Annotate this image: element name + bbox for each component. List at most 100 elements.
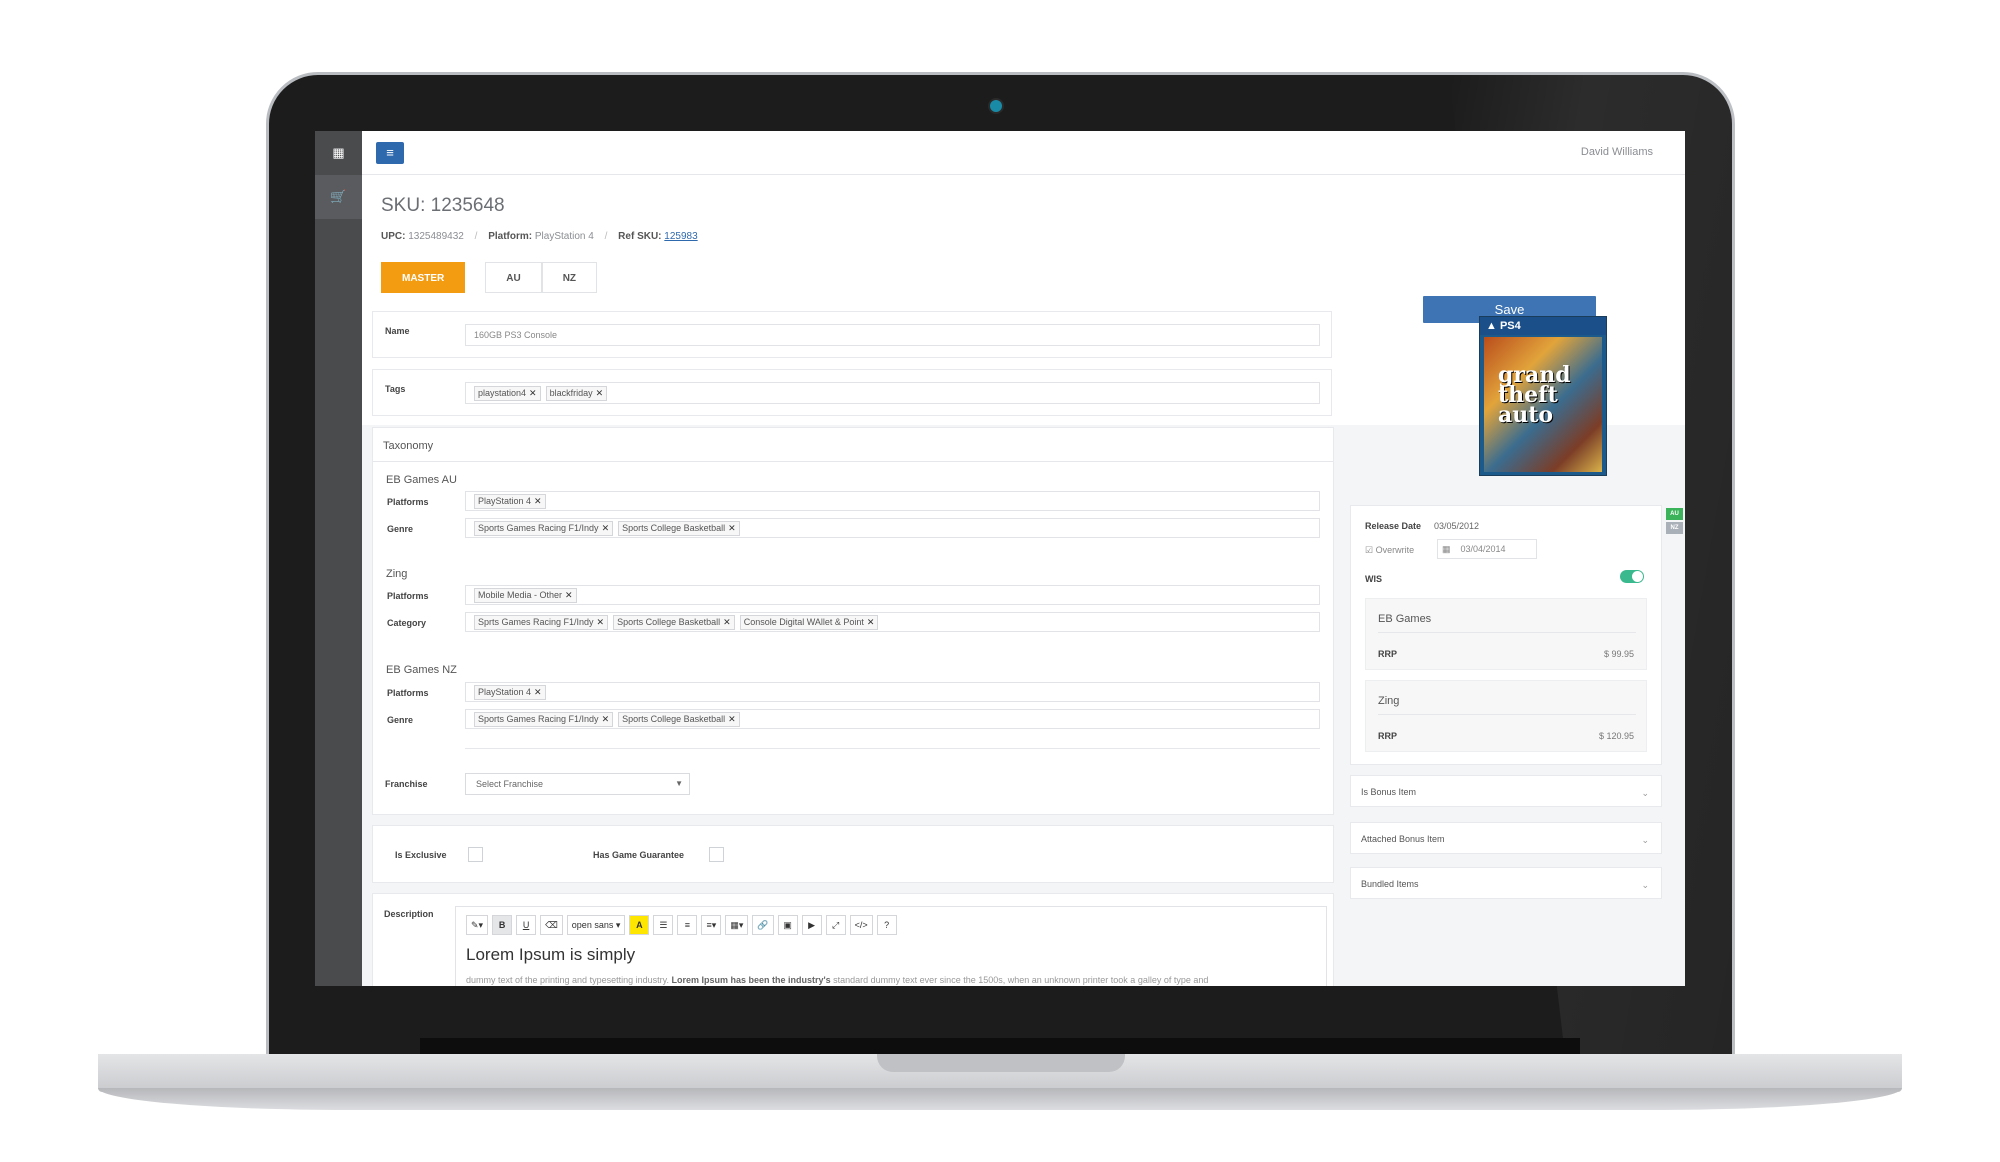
store-name: EB Games: [1378, 613, 1432, 625]
tab-nz[interactable]: NZ: [541, 262, 598, 293]
store-name: Zing: [1378, 695, 1400, 707]
editor-text-rest: standard dummy text ever since the 1500s…: [830, 975, 1209, 985]
tag-chip: Sports College Basketball ✕: [613, 614, 735, 630]
platforms-input[interactable]: PlayStation 4 ✕: [465, 682, 1320, 702]
bullet-list-icon[interactable]: ☰: [653, 915, 674, 935]
help-icon[interactable]: ?: [876, 915, 897, 935]
page-title: SKU: 1235648: [381, 195, 505, 216]
accordion-bundled-items[interactable]: Bundled Items ⌄: [1350, 867, 1662, 899]
calendar-icon: ▦: [1442, 544, 1451, 554]
platforms-input[interactable]: Mobile Media - Other ✕: [465, 585, 1320, 605]
tab-au[interactable]: AU: [485, 262, 542, 293]
code-icon[interactable]: </>: [849, 915, 873, 935]
rich-text-editor[interactable]: ✎▾ B U ⌫ open sans ▾ A ☰ ≡ ≡▾ ▦▾ 🔗 ▣ ▶ ⤢…: [455, 906, 1327, 986]
underline-button[interactable]: U: [516, 915, 537, 935]
game-guarantee-label: Has Game Guarantee: [593, 850, 685, 860]
genre-input[interactable]: Sports Games Racing F1/Indy ✕ Sports Coll…: [465, 518, 1320, 538]
accordion-bonus-item[interactable]: Is Bonus Item ⌄: [1350, 775, 1662, 807]
hamburger-menu-icon[interactable]: ≡: [376, 142, 404, 164]
options-panel: Is Exclusive Has Game Guarantee: [372, 825, 1334, 883]
game-guarantee-checkbox[interactable]: [709, 847, 724, 862]
remove-tag-icon[interactable]: ✕: [602, 523, 610, 533]
tag-text: playstation4: [478, 387, 527, 398]
accordion-attached-bonus[interactable]: Attached Bonus Item ⌄: [1350, 822, 1662, 854]
remove-tag-icon[interactable]: ✕: [565, 590, 573, 600]
tag-text: blackfriday: [549, 387, 593, 398]
chevron-down-icon: ⌄: [1641, 880, 1649, 890]
overwrite-checkbox[interactable]: ☑ Overwrite: [1365, 545, 1414, 556]
is-exclusive-checkbox[interactable]: [468, 847, 483, 862]
tag-chip: Sports College Basketball ✕: [618, 711, 740, 727]
ref-sku-link[interactable]: 125983: [664, 231, 697, 242]
category-input[interactable]: Sprts Games Racing F1/Indy ✕ Sports Colle…: [465, 612, 1320, 632]
category-label: Category: [387, 618, 427, 628]
wis-toggle[interactable]: [1620, 570, 1644, 583]
caret-down-icon: ▼: [675, 779, 683, 788]
fullscreen-icon[interactable]: ⤢: [825, 915, 846, 935]
align-icon[interactable]: ≡▾: [701, 915, 722, 935]
genre-input[interactable]: Sports Games Racing F1/Indy ✕ Sports Coll…: [465, 709, 1320, 729]
tab-master[interactable]: MASTER: [381, 262, 466, 293]
table-icon[interactable]: ▦▾: [725, 915, 749, 935]
release-date-label: Release Date: [1365, 521, 1422, 531]
remove-tag-icon[interactable]: ✕: [534, 496, 542, 506]
text-color-icon[interactable]: A: [629, 915, 650, 935]
tag-chip: Sports College Basketball ✕: [618, 520, 740, 536]
remove-tag-icon[interactable]: ✕: [728, 714, 736, 724]
remove-tag-icon[interactable]: ✕: [728, 523, 736, 533]
numbered-list-icon[interactable]: ≡: [677, 915, 698, 935]
genre-label: Genre: [387, 524, 414, 534]
tag-text: Mobile Media - Other: [478, 589, 563, 600]
grid-icon[interactable]: ▦: [315, 131, 362, 175]
bold-button[interactable]: B: [492, 915, 513, 935]
price-card-eb: EB Games RRP $ 99.95: [1365, 598, 1647, 670]
platform-value: PlayStation 4: [534, 231, 594, 242]
video-icon[interactable]: ▶: [801, 915, 822, 935]
user-name[interactable]: David Williams: [1581, 146, 1653, 158]
divider: [1378, 632, 1636, 633]
tag-text: Sports College Basketball: [622, 713, 726, 724]
taxonomy-title: Taxonomy: [383, 440, 434, 452]
taxonomy-panel: Taxonomy EB Games AU Platforms PlayStati…: [372, 427, 1334, 815]
divider: [1378, 714, 1636, 715]
platforms-input[interactable]: PlayStation 4 ✕: [465, 491, 1320, 511]
cover-title-line: auto: [1498, 402, 1554, 428]
name-input[interactable]: 160GB PS3 Console: [465, 324, 1320, 346]
image-icon[interactable]: ▣: [777, 915, 798, 935]
remove-tag-icon[interactable]: ✕: [597, 617, 605, 627]
remove-tag-icon[interactable]: ✕: [529, 388, 537, 398]
flag-au[interactable]: AU: [1666, 508, 1683, 520]
remove-tag-icon[interactable]: ✕: [723, 617, 731, 627]
tag-chip: Sports Games Racing F1/Indy ✕: [474, 520, 614, 536]
magic-wand-icon[interactable]: ✎▾: [466, 915, 489, 935]
genre-label: Genre: [387, 715, 414, 725]
remove-tag-icon[interactable]: ✕: [867, 617, 875, 627]
tag-text: Sports Games Racing F1/Indy: [478, 713, 599, 724]
flag-nz[interactable]: NZ: [1666, 522, 1683, 534]
rrp-value: $ 99.95: [1603, 649, 1634, 659]
eraser-icon[interactable]: ⌫: [540, 915, 563, 935]
tag-text: Sports Games Racing F1/Indy: [478, 522, 599, 533]
remove-tag-icon[interactable]: ✕: [602, 714, 610, 724]
editor-heading: Lorem Ipsum is simply: [466, 945, 636, 964]
remove-tag-icon[interactable]: ✕: [596, 388, 604, 398]
main-content: ≡ David Williams SKU: 1235648 UPC: 13254…: [362, 131, 1685, 986]
remove-tag-icon[interactable]: ✕: [534, 687, 542, 697]
tag-chip: Console Digital WAllet & Point ✕: [739, 614, 879, 630]
region-tabs: MASTER AU NZ: [381, 262, 598, 293]
chevron-down-icon: ⌄: [1641, 835, 1649, 845]
tags-label: Tags: [385, 384, 406, 394]
separator: /: [474, 231, 478, 242]
font-select[interactable]: open sans ▾: [566, 915, 626, 935]
tags-input[interactable]: playstation4 ✕ blackfriday ✕: [465, 382, 1320, 404]
tag-chip: Sports Games Racing F1/Indy ✕: [474, 711, 614, 727]
cart-icon[interactable]: 🛒: [315, 175, 362, 219]
link-icon[interactable]: 🔗: [752, 915, 774, 935]
accordion-title: Bundled Items: [1361, 879, 1419, 889]
tag-chip: Sprts Games Racing F1/Indy ✕: [474, 614, 609, 630]
overwrite-date-input[interactable]: ▦ 03/04/2014: [1437, 539, 1537, 559]
product-meta: UPC: 1325489432 / Platform: PlayStation …: [381, 231, 698, 242]
editor-toolbar: ✎▾ B U ⌫ open sans ▾ A ☰ ≡ ≡▾ ▦▾ 🔗 ▣ ▶ ⤢…: [466, 915, 897, 935]
franchise-select[interactable]: Select Franchise ▼: [465, 773, 690, 795]
group-title-eb-au: EB Games AU: [386, 474, 457, 486]
